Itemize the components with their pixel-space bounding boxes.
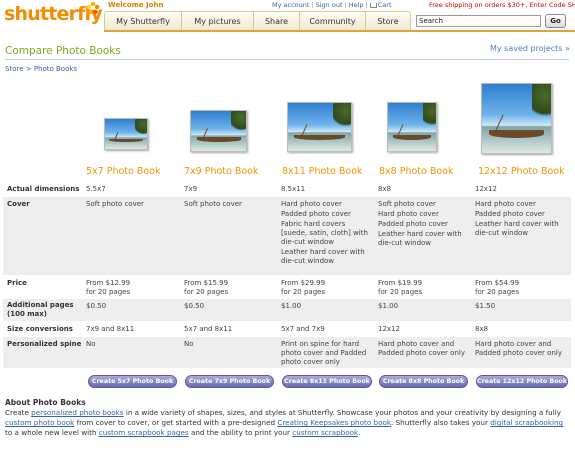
- sign-out-link[interactable]: Sign out: [316, 1, 343, 9]
- cell-additional: $1.50: [475, 302, 496, 310]
- nav-tab-community[interactable]: Community: [300, 12, 366, 30]
- product-image-7x9[interactable]: [190, 110, 247, 152]
- cell-cover: Soft photo cover: [86, 200, 144, 208]
- product-title-5x7[interactable]: 5x7 Photo Book: [86, 166, 161, 177]
- about-heading: About Photo Books: [5, 398, 86, 407]
- my-account-link[interactable]: My account: [272, 1, 309, 9]
- cell-dimensions: 8.5x11: [281, 185, 306, 193]
- row-size-conversions: Size conversions 7x9 and 8x11 5x7 and 8x…: [3, 322, 571, 336]
- row-personalized-spine: Personalized spine No No Print on spine …: [3, 337, 571, 368]
- cell-spine: Hard photo cover and Padded photo cover …: [378, 340, 465, 357]
- nav-tab-my-pictures[interactable]: My pictures: [182, 12, 254, 30]
- flower-logo-icon: [86, 1, 100, 15]
- creating-keepsakes-link[interactable]: Creating Keepsakes photo book: [277, 418, 391, 427]
- cell-price: From $12.99 for 20 pages: [86, 279, 131, 296]
- product-image-8x8[interactable]: [387, 102, 437, 152]
- nav-tab-share[interactable]: Share: [254, 12, 300, 30]
- row-label: Additional pages (100 max): [7, 301, 74, 318]
- about-paragraph: Create personalized photo books in a wid…: [5, 408, 564, 437]
- cell-additional: $0.50: [184, 302, 205, 310]
- cart-link[interactable]: Cart: [378, 1, 392, 9]
- cell-spine: No: [184, 340, 194, 348]
- help-link[interactable]: Help: [349, 1, 364, 9]
- cell-spine: No: [86, 340, 96, 348]
- promo-text: Free shipping on orders $30+, Enter Code…: [429, 1, 575, 9]
- cell-size-conversions: 8x8: [475, 325, 489, 333]
- cell-size-conversions: 12x12: [378, 325, 400, 333]
- cell-size-conversions: 5x7 and 8x11: [184, 325, 233, 333]
- welcome-text: Welcome John: [108, 1, 164, 9]
- row-label: Personalized spine: [7, 340, 82, 348]
- product-title-8x8[interactable]: 8x8 Photo Book: [379, 166, 454, 177]
- custom-scrapbook-link[interactable]: custom scrapbook: [292, 428, 358, 437]
- row-label: Size conversions: [7, 325, 73, 333]
- custom-scrapbook-pages-link[interactable]: custom scrapbook pages: [99, 428, 189, 437]
- site-header: shutterfly Welcome John My account | Sign …: [0, 0, 575, 34]
- cell-additional: $0.50: [86, 302, 107, 310]
- cell-price: From $54.99 for 20 pages: [475, 279, 520, 296]
- title-divider: [5, 59, 569, 60]
- cell-cover: Soft photo cover: [184, 200, 242, 208]
- row-dimensions: Actual dimensions 5.5x7 7x9 8.5x11 8x8 1…: [3, 182, 571, 196]
- main-nav: My Shutterfly My pictures Share Communit…: [104, 11, 411, 31]
- row-label: Actual dimensions: [7, 185, 80, 193]
- nav-underline: [104, 30, 575, 32]
- cell-size-conversions: 7x9 and 8x11: [86, 325, 135, 333]
- page-title: Compare Photo Books: [5, 45, 121, 57]
- create-7x9-button[interactable]: Create 7x9 Photo Book: [185, 375, 274, 388]
- row-cover: Cover Soft photo cover Soft photo cover …: [3, 197, 571, 275]
- cell-additional: $1.00: [378, 302, 399, 310]
- search-input[interactable]: Search: [416, 15, 541, 27]
- personalized-photo-books-link[interactable]: personalized photo books: [31, 408, 123, 417]
- cell-spine: Hard photo cover and Padded photo cover …: [475, 340, 562, 357]
- nav-tab-my-shutterfly[interactable]: My Shutterfly: [105, 12, 182, 30]
- cell-additional: $1.00: [281, 302, 302, 310]
- digital-scrapbooking-link[interactable]: digital scrapbooking: [490, 418, 563, 427]
- cell-price: From $29.99 for 20 pages: [281, 279, 326, 296]
- row-label: Cover: [7, 200, 30, 208]
- cell-dimensions: 7x9: [184, 185, 198, 193]
- search-go-button[interactable]: Go: [545, 14, 566, 28]
- cell-cover: Soft photo cover Hard photo cover Padded…: [378, 200, 462, 247]
- cell-spine: Print on spine for hard photo cover and …: [281, 340, 367, 366]
- cell-cover: Hard photo cover Padded photo cover Leat…: [475, 200, 559, 237]
- create-12x12-button[interactable]: Create 12x12 Photo Book: [476, 375, 568, 388]
- create-8x11-button[interactable]: Create 8x11 Photo Book: [282, 375, 372, 388]
- breadcrumb[interactable]: Store > Photo Books: [5, 65, 77, 73]
- custom-photo-book-link[interactable]: custom photo book: [5, 418, 74, 427]
- product-title-12x12[interactable]: 12x12 Photo Book: [478, 166, 565, 177]
- row-label: Price: [7, 279, 27, 287]
- cell-cover: Hard photo cover Padded photo cover Fabr…: [281, 200, 368, 265]
- row-additional-pages: Additional pages (100 max) $0.50 $0.50 $1…: [3, 299, 571, 321]
- cell-size-conversions: 5x7 and 7x9: [281, 325, 325, 333]
- cell-dimensions: 5.5x7: [86, 185, 106, 193]
- product-image-5x7[interactable]: [104, 118, 148, 150]
- product-title-7x9[interactable]: 7x9 Photo Book: [184, 166, 259, 177]
- cell-dimensions: 12x12: [475, 185, 497, 193]
- product-title-8x11[interactable]: 8x11 Photo Book: [282, 166, 363, 177]
- account-links: My account | Sign out | Help | Cart: [272, 1, 392, 9]
- row-price: Price From $12.99 for 20 pages From $15.9…: [3, 276, 571, 298]
- cart-icon[interactable]: [369, 3, 377, 8]
- nav-tab-store[interactable]: Store: [366, 12, 410, 30]
- cell-dimensions: 8x8: [378, 185, 392, 193]
- saved-projects-link[interactable]: My saved projects »: [490, 44, 570, 53]
- cell-price: From $19.99 for 20 pages: [378, 279, 423, 296]
- create-8x8-button[interactable]: Create 8x8 Photo Book: [379, 375, 468, 388]
- cell-price: From $15.99 for 20 pages: [184, 279, 229, 296]
- product-image-12x12[interactable]: [481, 83, 552, 154]
- product-image-8x11[interactable]: [287, 102, 352, 152]
- create-5x7-button[interactable]: Create 5x7 Photo Book: [88, 375, 177, 388]
